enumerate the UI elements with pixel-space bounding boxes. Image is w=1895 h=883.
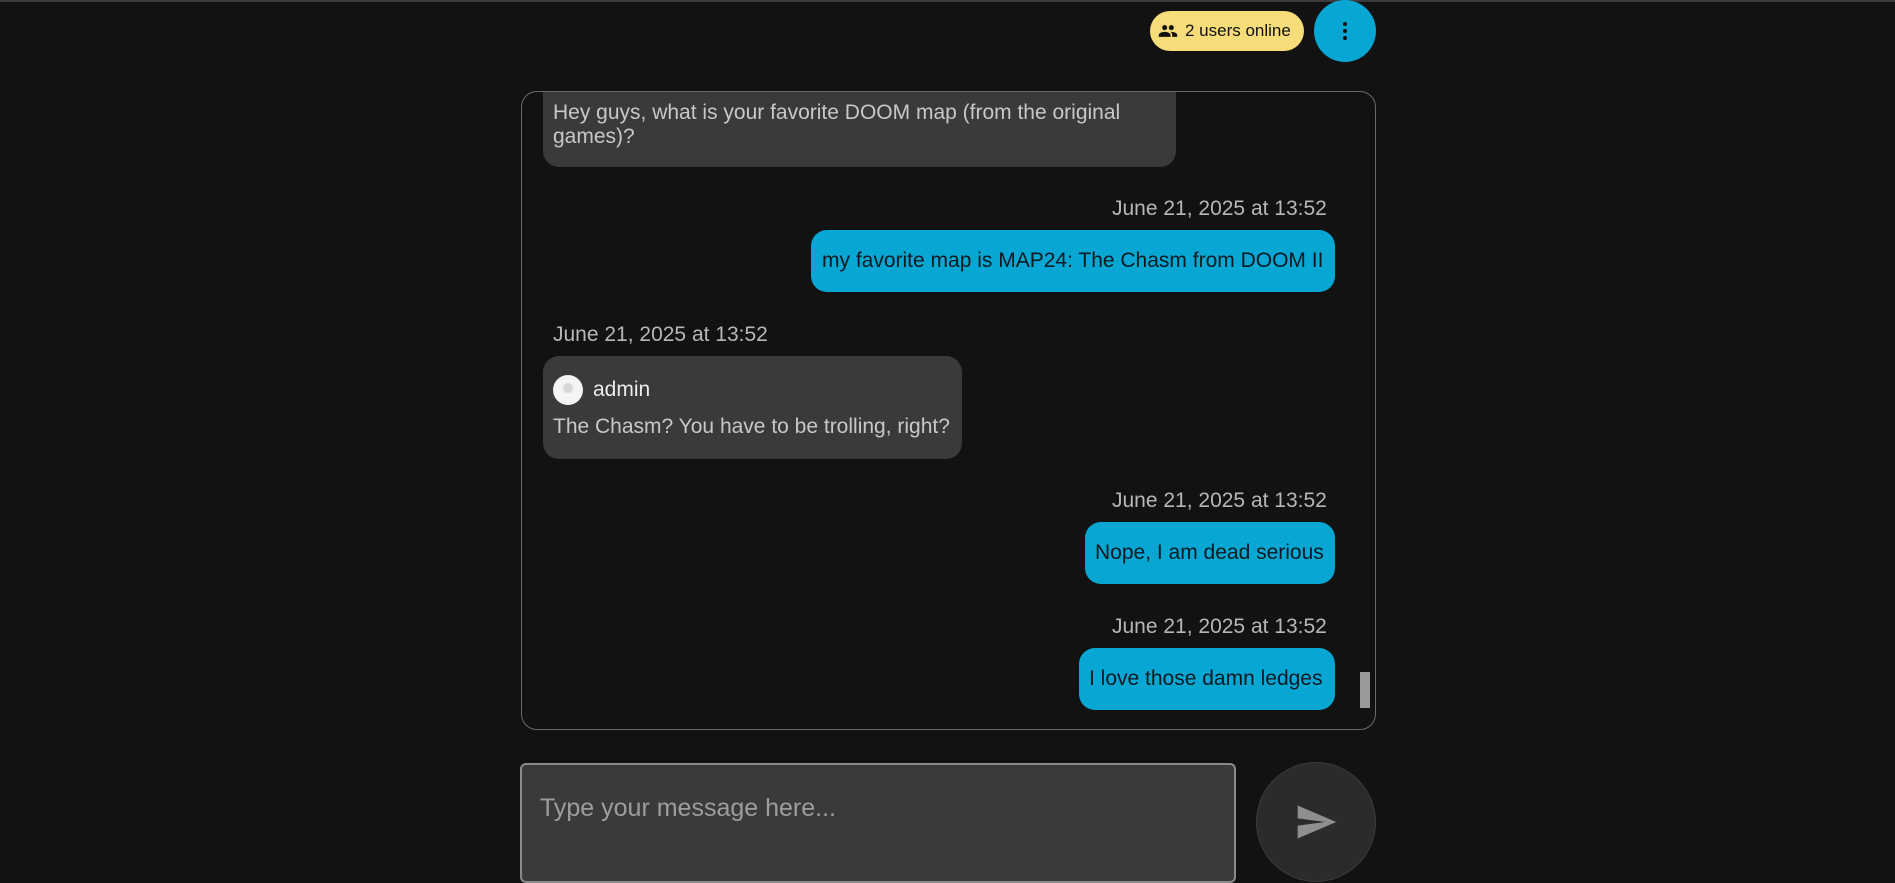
message-bubble-other: Hey guys, what is your favorite DOOM map… [543, 92, 1176, 167]
message-bubble-self: I love those damn ledges [1079, 648, 1335, 710]
more-vertical-icon [1343, 22, 1347, 40]
message-timestamp: June 21, 2025 at 13:52 [1112, 489, 1327, 512]
online-users-badge: 2 users online [1150, 11, 1304, 51]
message-text: The Chasm? You have to be trolling, righ… [553, 415, 950, 438]
message-input[interactable] [538, 793, 1212, 824]
send-button[interactable] [1256, 762, 1376, 882]
message-sender-row: admin [553, 375, 952, 405]
users-icon [1158, 25, 1178, 37]
message-text: I love those damn ledges [1089, 667, 1323, 690]
message-text: my favorite map is MAP24: The Chasm from… [822, 249, 1324, 272]
message-text: Hey guys, what is your favorite DOOM map… [553, 101, 1121, 148]
message-bubble-self: my favorite map is MAP24: The Chasm from… [811, 230, 1335, 292]
top-border [0, 0, 1895, 2]
chat-panel[interactable]: Hey guys, what is your favorite DOOM map… [521, 91, 1376, 730]
online-users-text: 2 users online [1185, 21, 1291, 40]
message-input-container[interactable] [520, 763, 1236, 883]
message-timestamp: June 21, 2025 at 13:52 [1112, 197, 1327, 220]
message-text: Nope, I am dead serious [1095, 541, 1324, 564]
message-bubble-other: admin The Chasm? You have to be trolling… [543, 356, 962, 459]
message-timestamp: June 21, 2025 at 13:52 [553, 323, 768, 346]
message-timestamp: June 21, 2025 at 13:52 [1112, 615, 1327, 638]
message-bubble-self: Nope, I am dead serious [1085, 522, 1335, 584]
avatar [553, 375, 583, 405]
send-icon [1297, 805, 1337, 839]
sender-name: admin [593, 378, 651, 401]
scrollbar-thumb[interactable] [1360, 672, 1370, 708]
menu-button[interactable] [1314, 0, 1376, 62]
